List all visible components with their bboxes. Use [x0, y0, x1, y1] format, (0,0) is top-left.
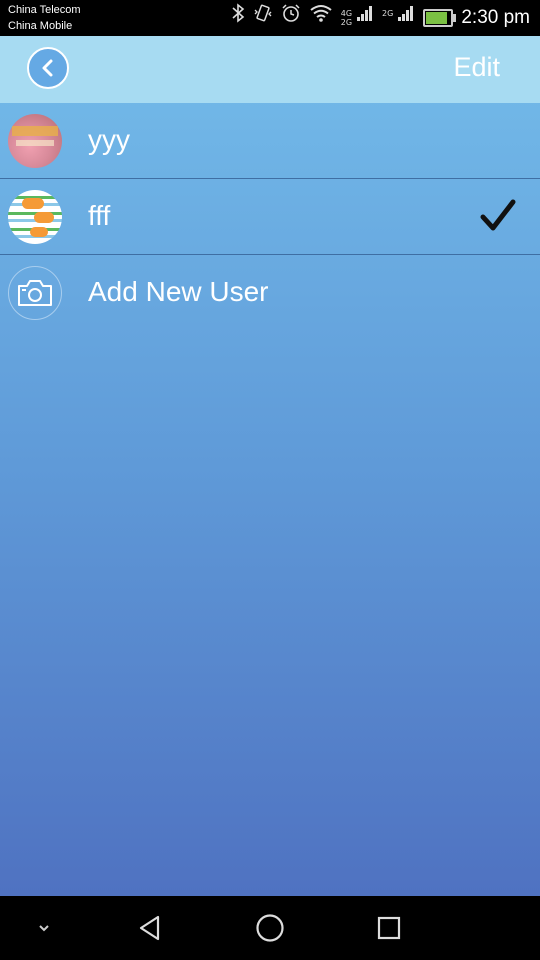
signal-icon [397, 0, 415, 36]
vibrate-icon [253, 0, 273, 36]
network-4g-label: 4G [340, 9, 353, 18]
user-row-fff[interactable]: fff [0, 179, 540, 255]
screen: China Telecom China Mobile 4G 2G 2G 2:30… [0, 0, 540, 960]
battery-icon [423, 9, 457, 27]
avatar [8, 190, 62, 244]
network-type-labels: 4G 2G [341, 9, 354, 27]
carrier-1: China Telecom [8, 4, 81, 16]
user-row-yyy[interactable]: yyy [0, 103, 540, 179]
clock: 2:30 pm [461, 7, 530, 28]
carrier-2: China Mobile [8, 20, 73, 32]
bluetooth-icon [231, 0, 245, 36]
alarm-icon [281, 0, 301, 36]
recents-square-icon[interactable] [371, 910, 407, 946]
camera-icon [8, 266, 62, 320]
status-icons: 4G 2G 2G 2:30 pm [231, 0, 540, 36]
network-2g-label: 2G [340, 18, 353, 27]
avatar [8, 114, 62, 168]
status-bar: China Telecom China Mobile 4G 2G 2G 2:30… [0, 0, 540, 36]
chevron-left-icon [42, 59, 53, 77]
header-bar: Edit [0, 36, 540, 103]
user-name: fff [88, 200, 111, 231]
user-name: yyy [88, 124, 130, 155]
carrier-labels: China Telecom China Mobile [8, 2, 81, 34]
app-content: Edit yyy fff Add New User [0, 36, 540, 896]
add-new-user-label: Add New User [88, 276, 269, 307]
navigation-bar [0, 896, 540, 960]
network-type-labels-2: 2G [382, 9, 395, 27]
back-button[interactable] [27, 47, 69, 89]
wifi-icon [309, 0, 333, 36]
user-list: yyy fff Add New User [0, 103, 540, 330]
home-circle-icon[interactable] [252, 910, 288, 946]
network-2g-label-2: 2G [382, 9, 394, 18]
add-new-user-row[interactable]: Add New User [0, 255, 540, 330]
signal-icon [356, 0, 374, 36]
edit-button[interactable]: Edit [453, 52, 500, 83]
back-triangle-icon[interactable] [132, 910, 168, 946]
chevron-down-icon[interactable] [26, 910, 62, 946]
checkmark-icon [480, 199, 516, 231]
